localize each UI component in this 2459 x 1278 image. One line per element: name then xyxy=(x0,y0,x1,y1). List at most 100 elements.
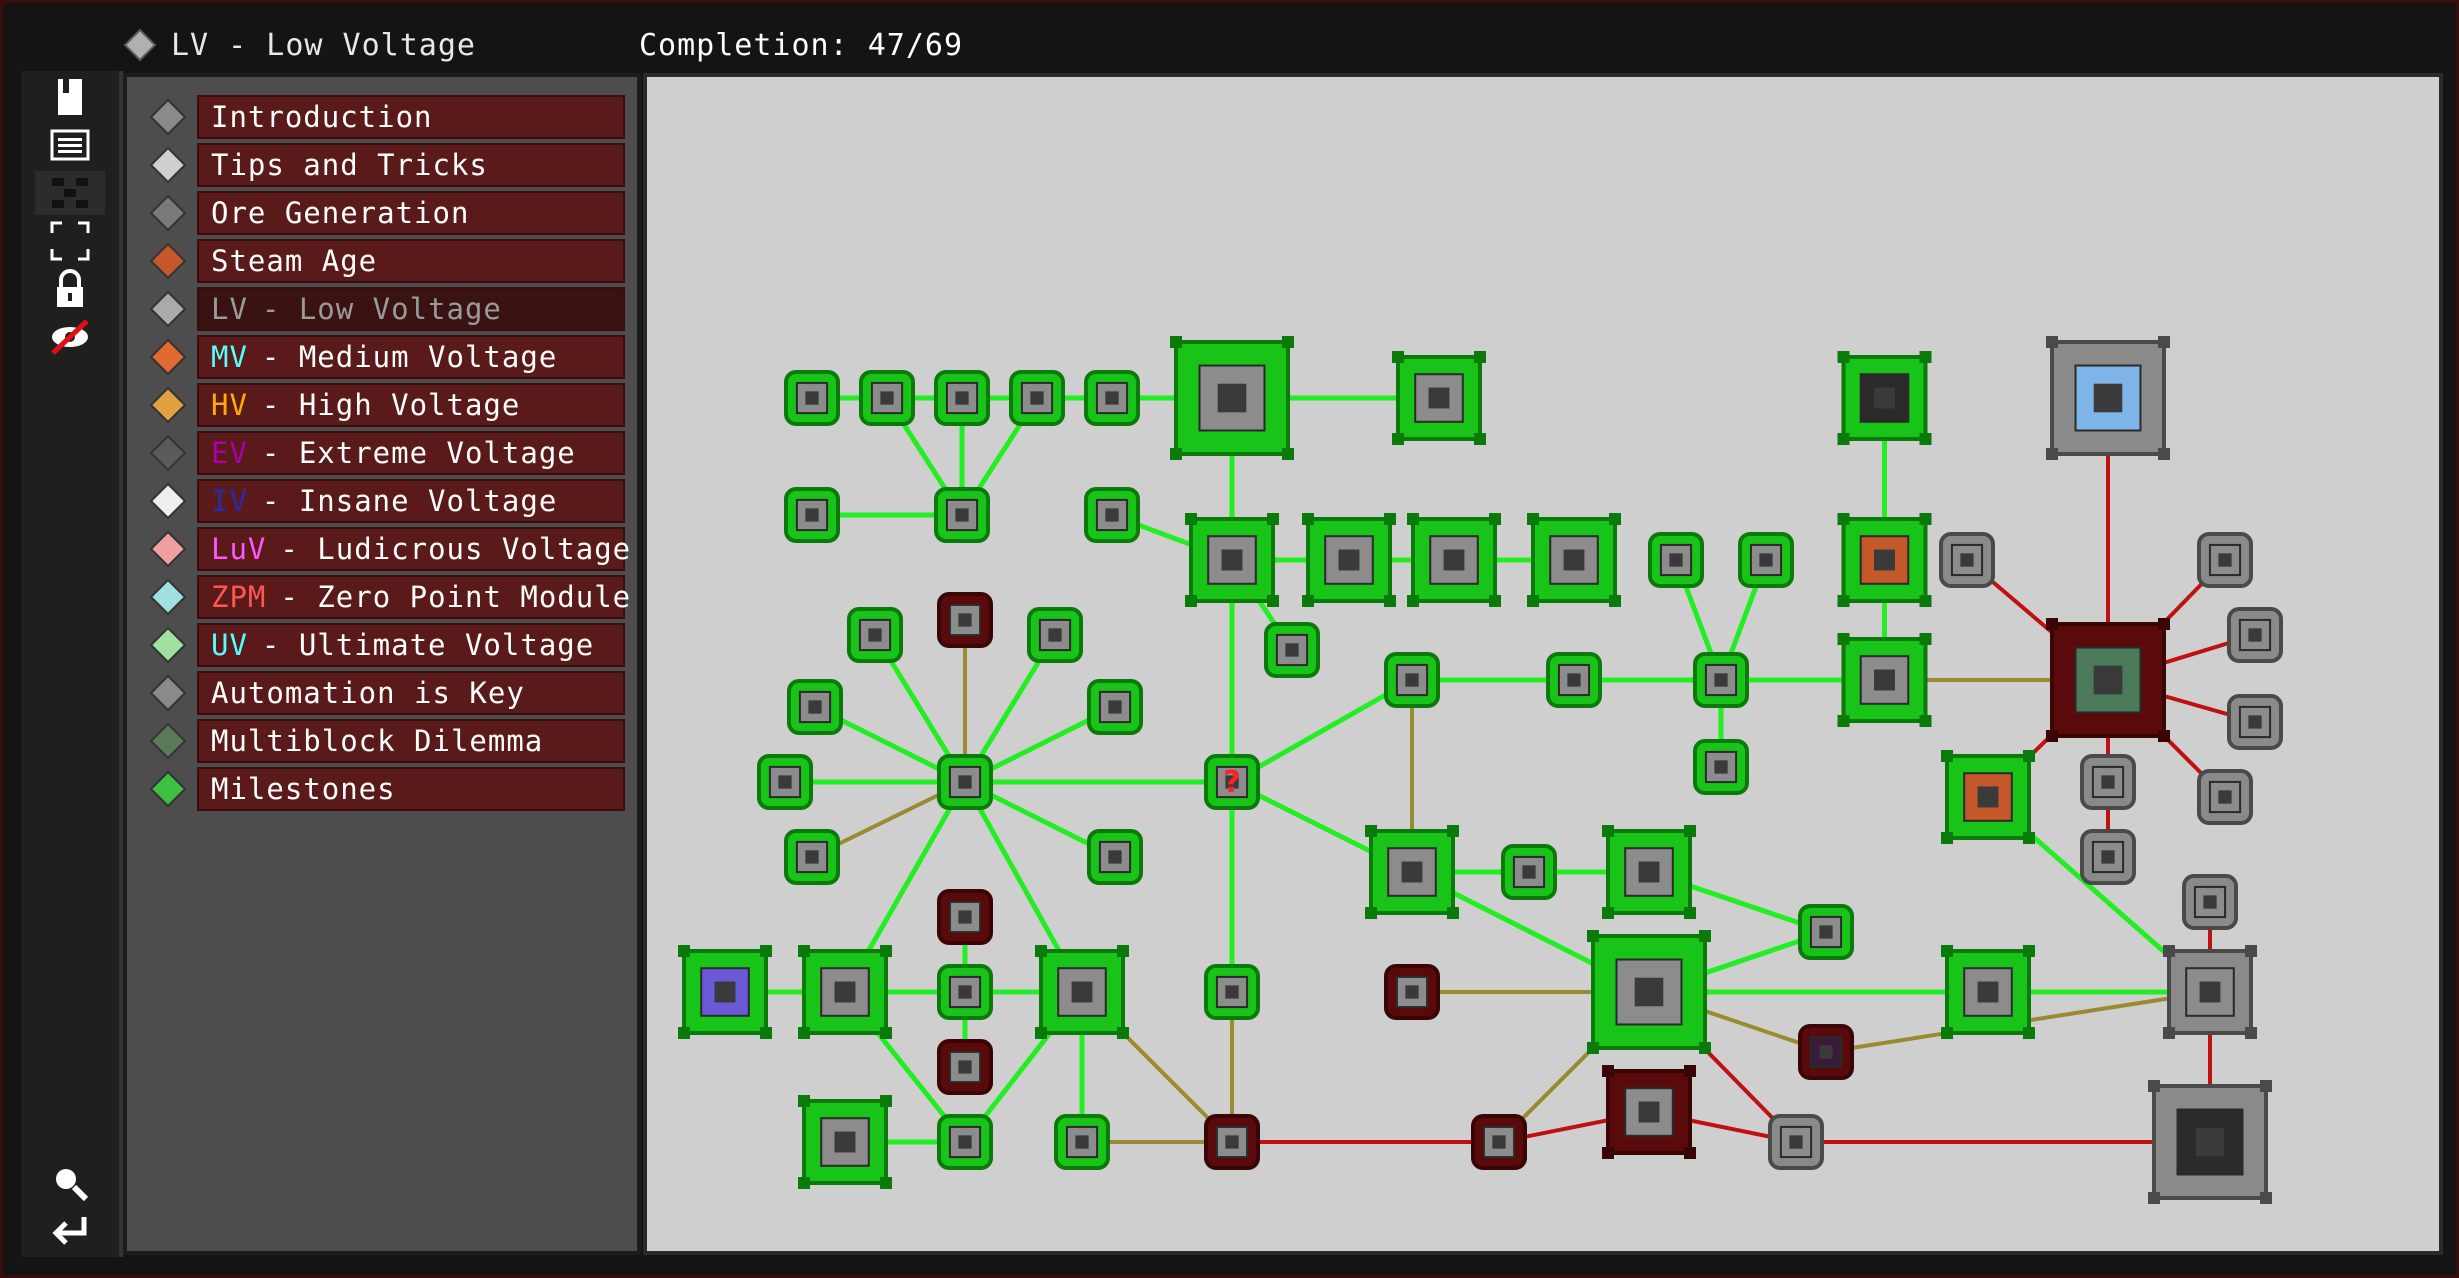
quest-node-machine-4[interactable] xyxy=(787,679,843,735)
lock-button[interactable] xyxy=(35,267,105,311)
chapter-item[interactable]: Milestones xyxy=(197,767,625,811)
quest-node-assembler[interactable] xyxy=(1185,513,1279,607)
quest-book-button[interactable] xyxy=(35,75,105,119)
quest-node-mixer[interactable] xyxy=(1302,513,1396,607)
quest-node-vial[interactable] xyxy=(1768,1114,1824,1170)
chapter-item[interactable]: Tips and Tricks xyxy=(197,143,625,187)
quest-node-black-block[interactable] xyxy=(1837,351,1932,445)
quest-frame-corner xyxy=(1919,351,1932,363)
quest-node-orange-machine[interactable] xyxy=(1837,513,1932,607)
quest-frame-corner xyxy=(2023,945,2035,957)
quest-node-battery[interactable] xyxy=(1501,844,1557,900)
quest-node-furnace[interactable] xyxy=(1527,513,1621,607)
quest-node-filter[interactable] xyxy=(1602,1065,1696,1159)
quest-node-ext-left[interactable] xyxy=(757,754,813,810)
chapter-item[interactable]: LV - Low Voltage xyxy=(197,287,625,331)
quest-node-steel-block[interactable] xyxy=(1837,633,1932,727)
search-button[interactable] xyxy=(35,1161,105,1205)
quest-tree-canvas[interactable]: ? xyxy=(643,73,2443,1255)
quest-node-slime[interactable] xyxy=(678,945,772,1039)
quest-node-macerator[interactable] xyxy=(798,945,892,1039)
quest-node-side-f[interactable] xyxy=(2080,829,2136,885)
quest-node-centrifuge[interactable] xyxy=(1035,945,1129,1039)
quest-node-pump[interactable] xyxy=(1084,370,1140,426)
quest-node-gravel[interactable] xyxy=(1798,904,1854,960)
quest-node-extractor[interactable] xyxy=(937,964,993,1020)
quest-node-mv-machine[interactable] xyxy=(2163,945,2257,1039)
quest-node-info[interactable] xyxy=(1693,652,1749,708)
description-button[interactable] xyxy=(35,123,105,167)
quest-node-side-c[interactable] xyxy=(2227,694,2283,750)
quest-node-purple-block[interactable] xyxy=(1798,1024,1854,1080)
quest-node-ring[interactable] xyxy=(859,370,915,426)
fullscreen-button[interactable] xyxy=(35,219,105,263)
quest-node-side-d[interactable] xyxy=(2197,769,2253,825)
chapter-item[interactable]: Automation is Key xyxy=(197,671,625,715)
quest-node-casing-a[interactable] xyxy=(784,487,840,543)
chapter-item[interactable]: Multiblock Dilemma xyxy=(197,719,625,763)
quest-node-side-e[interactable] xyxy=(2080,754,2136,810)
quest-node-wire-coil[interactable] xyxy=(1939,532,1995,588)
quest-node-bucket[interactable] xyxy=(1054,1114,1110,1170)
quest-node-machine-1[interactable] xyxy=(937,592,993,648)
quest-node-can[interactable] xyxy=(1384,964,1440,1020)
quest-node-drum[interactable] xyxy=(1941,945,2035,1039)
hide-completed-button[interactable] xyxy=(35,315,105,359)
quest-node-compressor[interactable] xyxy=(1407,513,1501,607)
quest-node-screwdriver[interactable] xyxy=(1009,370,1065,426)
quest-frame-corner xyxy=(1609,595,1621,607)
quest-node-lathe[interactable] xyxy=(1602,825,1696,919)
quest-node-pump2[interactable] xyxy=(1204,964,1260,1020)
quest-node-locked-top[interactable] xyxy=(937,889,993,945)
chapter-item[interactable]: IV - Insane Voltage xyxy=(197,479,625,523)
quest-node-computer[interactable] xyxy=(2148,1080,2272,1204)
quest-node-side-a[interactable] xyxy=(2197,532,2253,588)
chapter-item[interactable]: Ore Generation xyxy=(197,191,625,235)
quest-node-flask[interactable] xyxy=(937,1114,993,1170)
chapter-item[interactable]: LuV - Ludicrous Voltage xyxy=(197,527,630,571)
chapter-label: Milestones xyxy=(211,772,396,806)
quest-node-arm[interactable] xyxy=(1648,532,1704,588)
chapter-item[interactable]: Steam Age xyxy=(197,239,625,283)
chapter-item[interactable]: ZPM - Zero Point Module xyxy=(197,575,630,619)
quest-node-hopper-like[interactable] xyxy=(1087,829,1143,885)
quest-node-locked-mid[interactable] xyxy=(937,1039,993,1095)
quest-node-ghost-item[interactable] xyxy=(2182,874,2238,930)
quest-node-funnel[interactable] xyxy=(1084,487,1140,543)
quest-node-chip[interactable] xyxy=(1693,739,1749,795)
quest-node-big-machine[interactable] xyxy=(1587,930,1711,1054)
quest-node-crate[interactable] xyxy=(1941,750,2035,844)
tree-view-button[interactable] xyxy=(35,171,105,215)
quest-node-fan-casing[interactable] xyxy=(1392,351,1486,445)
chapter-item[interactable]: Introduction xyxy=(197,95,625,139)
chapter-item[interactable]: MV - Medium Voltage xyxy=(197,335,625,379)
quest-node-machine-2[interactable] xyxy=(847,607,903,663)
quest-node-wrench[interactable] xyxy=(934,370,990,426)
quest-node-crafting[interactable] xyxy=(934,487,990,543)
quest-node-sky-ingot[interactable] xyxy=(2046,336,2170,460)
quest-node-lv-main[interactable] xyxy=(1170,336,1294,460)
quest-node-side-b[interactable] xyxy=(2227,607,2283,663)
quest-node-dust[interactable] xyxy=(1204,1114,1260,1170)
quest-node-machine-5[interactable] xyxy=(1087,679,1143,735)
quest-node-hammer[interactable] xyxy=(1738,532,1794,588)
quest-node-cleanroom[interactable] xyxy=(798,1095,892,1189)
quest-frame-corner xyxy=(1365,825,1377,837)
quest-node-grate[interactable] xyxy=(1471,1114,1527,1170)
quest-node-question[interactable]: ? xyxy=(1204,754,1260,810)
quest-node-box-small[interactable] xyxy=(1384,652,1440,708)
chapter-item[interactable]: HV - High Voltage xyxy=(197,383,625,427)
quest-node-monitor[interactable] xyxy=(1264,622,1320,678)
back-button[interactable] xyxy=(35,1209,105,1253)
machine-icon xyxy=(798,690,832,724)
chapter-item[interactable]: UV - Ultimate Voltage xyxy=(197,623,625,667)
quest-node-multiblock[interactable] xyxy=(2046,618,2170,742)
chapter-item[interactable]: EV - Extreme Voltage xyxy=(197,431,625,475)
quest-node-plate[interactable] xyxy=(1546,652,1602,708)
quest-node-bender[interactable] xyxy=(1365,825,1459,919)
quest-node-machine-3[interactable] xyxy=(1027,607,1083,663)
quest-frame-corner xyxy=(2163,1027,2175,1039)
quest-node-cable[interactable] xyxy=(784,370,840,426)
quest-node-machine-6[interactable] xyxy=(784,829,840,885)
quest-node-hub[interactable] xyxy=(937,754,993,810)
